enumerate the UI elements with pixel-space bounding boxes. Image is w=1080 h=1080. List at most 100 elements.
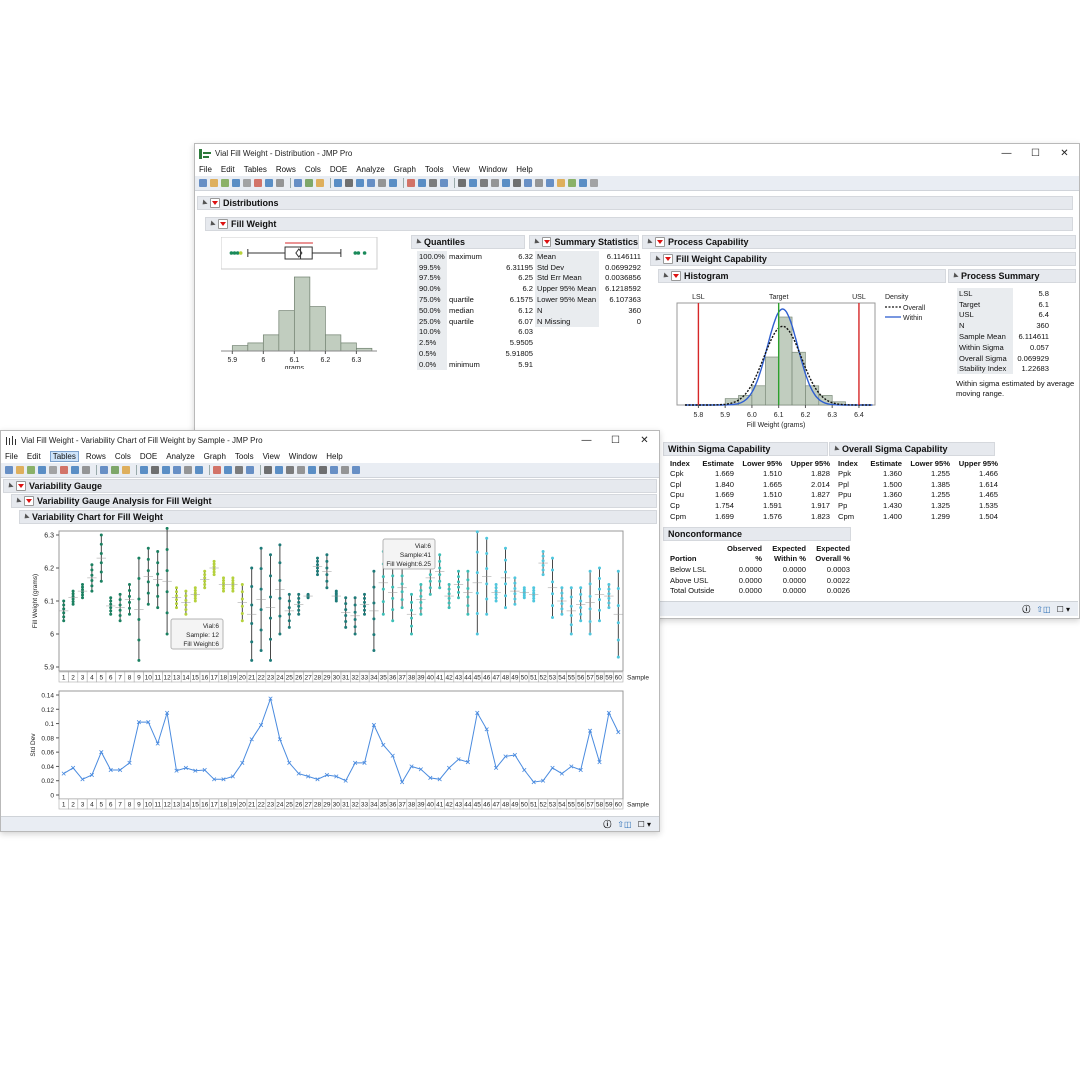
red-triangle-menu-icon[interactable] bbox=[16, 481, 26, 491]
toolbar-tool-icon[interactable] bbox=[254, 179, 262, 187]
toolbar-tool-icon[interactable] bbox=[440, 179, 448, 187]
fill-weight-outline[interactable]: Fill Weight bbox=[205, 217, 1073, 231]
menu-item-tools[interactable]: Tools bbox=[235, 452, 254, 461]
toolbar-tool-icon[interactable] bbox=[330, 466, 338, 474]
quantiles-outline[interactable]: Quantiles bbox=[411, 235, 525, 249]
disclosure-icon[interactable] bbox=[653, 255, 661, 263]
toolbar-tool-icon[interactable] bbox=[162, 466, 170, 474]
histogram-outline[interactable]: Histogram bbox=[658, 269, 946, 283]
toolbar-tool-icon[interactable] bbox=[5, 466, 13, 474]
menu-item-doe[interactable]: DOE bbox=[330, 165, 347, 174]
gauge-analysis-outline[interactable]: Variability Gauge Analysis for Fill Weig… bbox=[11, 494, 657, 508]
maximize-icon[interactable]: ☐ bbox=[601, 435, 630, 446]
disclosure-icon[interactable] bbox=[532, 238, 540, 246]
toolbar-tool-icon[interactable] bbox=[345, 179, 353, 187]
toolbar-tool-icon[interactable] bbox=[60, 466, 68, 474]
toolbar-tool-icon[interactable] bbox=[122, 466, 130, 474]
summary-outline[interactable]: Summary Statistics bbox=[529, 235, 639, 249]
toolbar-tool-icon[interactable] bbox=[184, 466, 192, 474]
menu-item-cols[interactable]: Cols bbox=[115, 452, 131, 461]
toolbar-tool-icon[interactable] bbox=[480, 179, 488, 187]
toolbar-tool-icon[interactable] bbox=[16, 466, 24, 474]
window-list-icon[interactable]: ☐ ▾ bbox=[1057, 605, 1070, 614]
variability-chart-outline[interactable]: Variability Chart for Fill Weight bbox=[19, 510, 657, 524]
close-icon[interactable]: ✕ bbox=[630, 435, 659, 446]
toolbar-tool-icon[interactable] bbox=[546, 179, 554, 187]
toolbar-tool-icon[interactable] bbox=[71, 466, 79, 474]
disclosure-icon[interactable] bbox=[645, 238, 653, 246]
process-summary-outline[interactable]: Process Summary bbox=[948, 269, 1076, 283]
toolbar-tool-icon[interactable] bbox=[82, 466, 90, 474]
toolbar-tool-icon[interactable] bbox=[407, 179, 415, 187]
toolbar-tool-icon[interactable] bbox=[308, 466, 316, 474]
toolbar-tool-icon[interactable] bbox=[199, 179, 207, 187]
menu-item-file[interactable]: File bbox=[5, 452, 18, 461]
disclosure-icon[interactable] bbox=[208, 220, 216, 228]
menu-item-graph[interactable]: Graph bbox=[204, 452, 226, 461]
toolbar-tool-icon[interactable] bbox=[334, 179, 342, 187]
red-triangle-menu-icon[interactable] bbox=[218, 219, 228, 229]
toolbar-tool-icon[interactable] bbox=[265, 179, 273, 187]
toolbar-tool-icon[interactable] bbox=[356, 179, 364, 187]
red-triangle-menu-icon[interactable] bbox=[663, 254, 673, 264]
menu-item-file[interactable]: File bbox=[199, 165, 212, 174]
menu-item-window[interactable]: Window bbox=[289, 452, 317, 461]
toolbar-tool-icon[interactable] bbox=[246, 466, 254, 474]
toolbar-tool-icon[interactable] bbox=[264, 466, 272, 474]
toolbar-tool-icon[interactable] bbox=[352, 466, 360, 474]
toolbar-tool-icon[interactable] bbox=[557, 179, 565, 187]
menu-item-tools[interactable]: Tools bbox=[425, 165, 444, 174]
toolbar-tool-icon[interactable] bbox=[213, 466, 221, 474]
share-icon[interactable]: ⇧◫ bbox=[617, 820, 631, 829]
overall-sigma-outline[interactable]: Overall Sigma Capability bbox=[829, 442, 995, 456]
disclosure-icon[interactable] bbox=[14, 497, 22, 505]
toolbar-tool-icon[interactable] bbox=[100, 466, 108, 474]
disclosure-icon[interactable] bbox=[661, 272, 669, 280]
toolbar-tool-icon[interactable] bbox=[276, 179, 284, 187]
toolbar-tool-icon[interactable] bbox=[221, 179, 229, 187]
disclosure-icon[interactable] bbox=[951, 272, 959, 280]
toolbar-tool-icon[interactable] bbox=[232, 179, 240, 187]
disclosure-icon[interactable] bbox=[414, 238, 422, 246]
toolbar-tool-icon[interactable] bbox=[275, 466, 283, 474]
toolbar-tool-icon[interactable] bbox=[458, 179, 466, 187]
toolbar-tool-icon[interactable] bbox=[49, 466, 57, 474]
toolbar-tool-icon[interactable] bbox=[491, 179, 499, 187]
toolbar-tool-icon[interactable] bbox=[341, 466, 349, 474]
menu-item-view[interactable]: View bbox=[453, 165, 470, 174]
toolbar-tool-icon[interactable] bbox=[524, 179, 532, 187]
variability-gauge-outline[interactable]: Variability Gauge bbox=[3, 479, 657, 493]
toolbar-tool-icon[interactable] bbox=[579, 179, 587, 187]
info-icon[interactable]: ⓘ bbox=[1022, 604, 1030, 615]
menu-item-analyze[interactable]: Analyze bbox=[356, 165, 384, 174]
toolbar-tool-icon[interactable] bbox=[38, 466, 46, 474]
menu-item-graph[interactable]: Graph bbox=[394, 165, 416, 174]
window-list-icon[interactable]: ☐ ▾ bbox=[638, 820, 651, 829]
red-triangle-menu-icon[interactable] bbox=[655, 237, 665, 247]
toolbar-tool-icon[interactable] bbox=[140, 466, 148, 474]
disclosure-icon[interactable] bbox=[6, 482, 14, 490]
menu-item-view[interactable]: View bbox=[263, 452, 280, 461]
menu-item-edit[interactable]: Edit bbox=[27, 452, 41, 461]
process-capability-outline[interactable]: Process Capability bbox=[642, 235, 1076, 249]
red-triangle-menu-icon[interactable] bbox=[24, 496, 34, 506]
menu-item-edit[interactable]: Edit bbox=[221, 165, 235, 174]
menu-item-analyze[interactable]: Analyze bbox=[166, 452, 194, 461]
toolbar-tool-icon[interactable] bbox=[173, 466, 181, 474]
toolbar-tool-icon[interactable] bbox=[111, 466, 119, 474]
disclosure-icon[interactable] bbox=[832, 445, 840, 453]
red-triangle-menu-icon[interactable] bbox=[210, 198, 220, 208]
toolbar-tool-icon[interactable] bbox=[389, 179, 397, 187]
within-sigma-outline[interactable]: Within Sigma Capability bbox=[663, 442, 828, 456]
nonconformance-outline[interactable]: Nonconformance bbox=[663, 527, 851, 541]
menu-item-rows[interactable]: Rows bbox=[86, 452, 106, 461]
fill-weight-capability-outline[interactable]: Fill Weight Capability bbox=[650, 252, 1076, 266]
minimize-icon[interactable]: — bbox=[572, 435, 601, 446]
close-icon[interactable]: ✕ bbox=[1050, 148, 1079, 159]
toolbar-tool-icon[interactable] bbox=[502, 179, 510, 187]
menu-item-help[interactable]: Help bbox=[516, 165, 532, 174]
toolbar-tool-icon[interactable] bbox=[286, 466, 294, 474]
toolbar-tool-icon[interactable] bbox=[235, 466, 243, 474]
toolbar-tool-icon[interactable] bbox=[535, 179, 543, 187]
toolbar-tool-icon[interactable] bbox=[243, 179, 251, 187]
